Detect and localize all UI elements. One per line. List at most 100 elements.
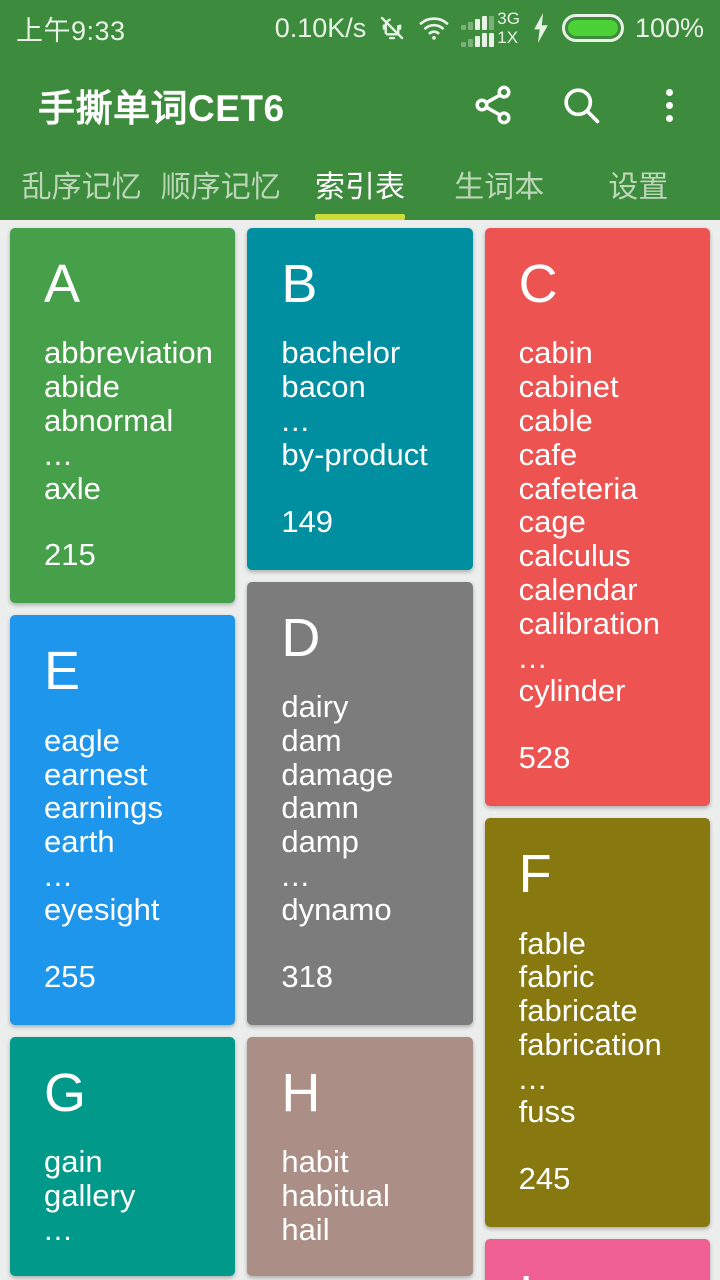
card-word-ellipsis: ... bbox=[281, 857, 311, 893]
tab-label: 设置 bbox=[608, 171, 669, 204]
tab-settings[interactable]: 设置 bbox=[569, 154, 708, 220]
tab-label: 顺序记忆 bbox=[160, 171, 281, 204]
card-word: hail bbox=[281, 1211, 330, 1247]
card-word-list: habit habitual hail bbox=[281, 1145, 442, 1246]
index-card-a[interactable]: Aabbreviation abide abnormal... axle 215 bbox=[10, 228, 236, 604]
card-word: earnings bbox=[44, 790, 163, 826]
card-word-ellipsis: ... bbox=[518, 639, 548, 675]
tab-sequential-memory[interactable]: 顺序记忆 bbox=[151, 154, 290, 220]
card-word: cage bbox=[518, 504, 586, 540]
card-word-ellipsis: ... bbox=[281, 403, 311, 439]
card-word-ellipsis: ... bbox=[44, 436, 73, 472]
card-letter: H bbox=[281, 1062, 321, 1123]
card-word: eyesight bbox=[44, 891, 160, 927]
app-screen: 上午9:33 0.10K/s 3G 1X 100% 手撕单词CET6 乱序记忆 … bbox=[0, 0, 720, 1280]
card-word: damn bbox=[281, 790, 359, 826]
network-type-secondary: 1X bbox=[497, 28, 519, 47]
tab-label: 索引表 bbox=[315, 171, 405, 204]
network-type-primary: 3G bbox=[497, 8, 520, 28]
overflow-menu-button[interactable] bbox=[640, 76, 698, 134]
card-word-list: dairy dam damage damn damp... dynamo bbox=[281, 690, 442, 926]
card-word: fabric bbox=[518, 959, 595, 995]
card-word-ellipsis: ... bbox=[518, 1060, 548, 1096]
card-word: cafeteria bbox=[518, 470, 638, 506]
index-card-e[interactable]: Eeagle earnest earnings earth... eyesight 255 bbox=[10, 615, 236, 1025]
page-title: 手撕单词CET6 bbox=[38, 88, 285, 129]
signal-bars-icon: 3G 1X bbox=[461, 8, 520, 48]
share-icon bbox=[471, 83, 515, 127]
card-word-list: gain gallery... bbox=[44, 1145, 205, 1246]
card-word-list: eagle earnest earnings earth... eyesight bbox=[44, 724, 205, 927]
card-word-count: 149 bbox=[281, 503, 334, 539]
card-word: abide bbox=[44, 369, 120, 405]
card-word: habitual bbox=[281, 1177, 390, 1213]
card-word: calendar bbox=[518, 571, 638, 607]
share-button[interactable] bbox=[464, 76, 522, 134]
card-word: calibration bbox=[518, 605, 660, 641]
index-card-b[interactable]: Bbachelor bacon... by-product 149 bbox=[247, 228, 473, 570]
card-word: fabrication bbox=[518, 1026, 662, 1062]
card-letter: F bbox=[518, 844, 552, 905]
index-card-i[interactable]: I bbox=[484, 1239, 710, 1280]
card-word: damp bbox=[281, 824, 359, 860]
index-card-d[interactable]: Ddairy dam damage damn damp... dynamo 318 bbox=[247, 581, 473, 1025]
index-card-h[interactable]: Hhabit habitual hail bbox=[247, 1036, 473, 1277]
card-word: dynamo bbox=[281, 891, 392, 927]
tab-bar: 乱序记忆 顺序记忆 索引表 生词本 设置 bbox=[0, 154, 720, 220]
card-word: gallery bbox=[44, 1177, 136, 1213]
card-word: bacon bbox=[281, 369, 366, 405]
card-word-ellipsis: ... bbox=[44, 857, 73, 893]
battery-icon bbox=[561, 14, 624, 42]
tab-vocabulary-book[interactable]: 生词本 bbox=[430, 154, 569, 220]
card-letter: C bbox=[518, 254, 558, 314]
card-word: damage bbox=[281, 756, 394, 792]
card-word: fable bbox=[518, 925, 586, 961]
card-word-count: 528 bbox=[518, 740, 571, 776]
index-card-c[interactable]: Ccabin cabinet cable cafe cafeteria cage calcu… bbox=[484, 228, 710, 807]
card-letter: I bbox=[519, 1265, 680, 1280]
card-word: cabinet bbox=[518, 369, 619, 405]
card-column-3: Ccabin cabinet cable cafe cafeteria cage calcu… bbox=[484, 228, 710, 1280]
bell-off-icon bbox=[377, 13, 407, 43]
card-word: abnormal bbox=[44, 403, 174, 439]
card-word: habit bbox=[281, 1144, 349, 1179]
app-bar-actions bbox=[464, 76, 698, 134]
status-indicators: 0.10K/s 3G 1X 100% bbox=[274, 8, 704, 48]
card-word: bachelor bbox=[281, 335, 401, 371]
card-word: gain bbox=[44, 1144, 103, 1179]
search-button[interactable] bbox=[552, 76, 610, 134]
overflow-menu-icon bbox=[665, 88, 673, 122]
tab-random-memory[interactable]: 乱序记忆 bbox=[12, 154, 151, 220]
card-word: abbreviation bbox=[44, 335, 213, 371]
index-card-board[interactable]: Aabbreviation abide abnormal... axle 215 Eeag… bbox=[0, 220, 720, 1280]
card-word-list: abbreviation abide abnormal... axle bbox=[44, 335, 213, 505]
card-column-2: Bbachelor bacon... by-product 149 Ddairy dam d… bbox=[247, 228, 473, 1277]
card-word: earth bbox=[44, 824, 115, 860]
card-word: cabin bbox=[518, 335, 593, 371]
index-card-f[interactable]: Ffable fabric fabricate fabrication... fuss 2… bbox=[484, 818, 710, 1228]
card-word-count: 245 bbox=[518, 1161, 571, 1197]
card-word: earnest bbox=[44, 756, 148, 792]
card-word: calculus bbox=[518, 538, 631, 574]
card-letter: B bbox=[281, 254, 318, 314]
tab-index-list[interactable]: 索引表 bbox=[290, 154, 429, 220]
card-letter: A bbox=[44, 254, 81, 314]
status-bar: 上午9:33 0.10K/s 3G 1X 100% bbox=[0, 0, 720, 56]
app-bar: 手撕单词CET6 bbox=[0, 56, 720, 154]
network-speed-text: 0.10K/s bbox=[274, 12, 367, 43]
tab-label: 乱序记忆 bbox=[21, 171, 142, 204]
index-card-g[interactable]: Ggain gallery... bbox=[10, 1036, 236, 1277]
card-word: fabricate bbox=[518, 993, 638, 1029]
card-word: cable bbox=[518, 403, 593, 439]
card-word: fuss bbox=[518, 1094, 576, 1130]
wifi-icon bbox=[418, 13, 450, 43]
lightning-bolt-icon bbox=[531, 13, 551, 43]
card-word-list: cabin cabinet cable cafe cafeteria cage calcul… bbox=[519, 336, 680, 708]
card-word-list: fable fabric fabricate fabrication... fuss bbox=[518, 925, 680, 1130]
card-word-count: 255 bbox=[44, 958, 96, 994]
status-time: 上午9:33 bbox=[16, 15, 126, 46]
card-letter: D bbox=[281, 607, 321, 668]
card-word: cafe bbox=[518, 436, 578, 472]
card-word: cylinder bbox=[518, 673, 626, 709]
search-icon bbox=[559, 83, 603, 127]
